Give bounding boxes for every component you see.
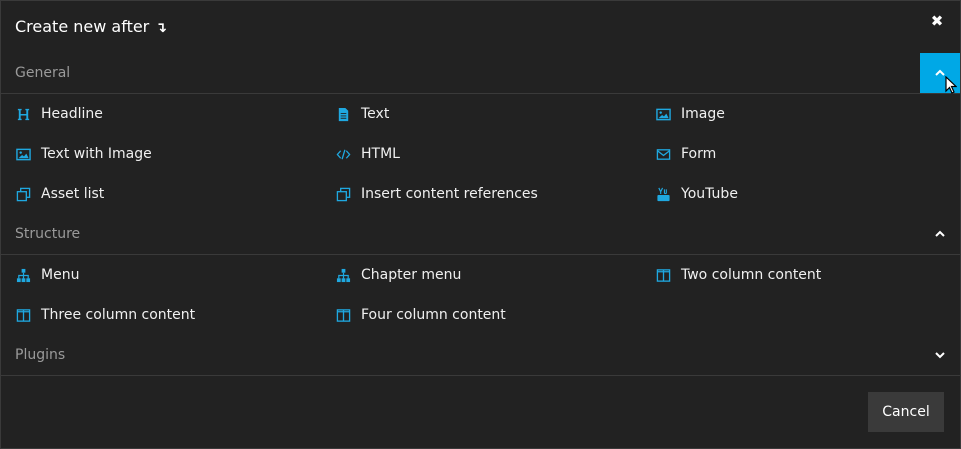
item-label: Text with Image [41, 146, 152, 162]
section-label-plugins: Plugins [15, 347, 66, 363]
item-four-column-content[interactable]: Four column content [335, 303, 506, 327]
item-two-column-content[interactable]: Two column content [655, 263, 821, 287]
sitemap-icon [15, 267, 31, 283]
item-chapter-menu[interactable]: Chapter menu [335, 263, 461, 287]
item-html[interactable]: HTML [335, 142, 400, 166]
sitemap-icon [335, 267, 351, 283]
section-header-general[interactable]: General [0, 53, 961, 94]
item-label: Form [681, 146, 717, 162]
columns-icon [335, 307, 351, 323]
collapse-structure-button[interactable] [920, 214, 960, 254]
item-label: Insert content references [361, 186, 538, 202]
chevron-up-icon [935, 230, 945, 237]
item-label: Text [361, 106, 390, 122]
dialog-title: Create new after ↴ [15, 17, 167, 36]
columns-icon [15, 307, 31, 323]
item-label: Two column content [681, 267, 822, 283]
envelope-icon [655, 146, 671, 162]
item-label: Three column content [41, 307, 196, 323]
image-icon [15, 146, 31, 162]
copy-icon [335, 186, 351, 202]
item-label: Asset list [41, 186, 105, 202]
cancel-button[interactable]: Cancel [868, 392, 944, 432]
item-insert-content-references[interactable]: Insert content references [335, 182, 538, 206]
copy-icon [15, 186, 31, 202]
mouse-cursor-icon [945, 76, 957, 94]
heading-icon [15, 106, 31, 122]
item-text-with-image[interactable]: Text with Image [15, 142, 152, 166]
item-image[interactable]: Image [655, 102, 725, 126]
image-icon [655, 106, 671, 122]
item-three-column-content[interactable]: Three column content [15, 303, 195, 327]
item-label: Chapter menu [361, 267, 462, 283]
section-header-plugins[interactable]: Plugins [0, 335, 961, 376]
item-label: YouTube [681, 186, 738, 202]
item-label: Menu [41, 267, 80, 283]
dialog-title-text: Create new after [15, 17, 150, 36]
item-text[interactable]: Text [335, 102, 389, 126]
item-menu[interactable]: Menu [15, 263, 79, 287]
section-label-structure: Structure [15, 226, 81, 242]
youtube-icon [655, 186, 671, 202]
section-label-general: General [15, 65, 71, 81]
item-label: Four column content [361, 307, 506, 323]
item-form[interactable]: Form [655, 142, 716, 166]
insert-after-arrow-icon: ↴ [155, 20, 167, 36]
document-icon [335, 106, 351, 122]
item-label: HTML [361, 146, 400, 162]
item-youtube[interactable]: YouTube [655, 182, 738, 206]
item-label: Image [681, 106, 725, 122]
close-button[interactable]: ✖ [929, 12, 945, 30]
item-label: Headline [41, 106, 103, 122]
code-icon [335, 146, 351, 162]
chevron-down-icon [935, 352, 945, 359]
item-headline[interactable]: Headline [15, 102, 103, 126]
columns-icon [655, 267, 671, 283]
expand-plugins-button[interactable] [920, 335, 960, 375]
section-header-structure[interactable]: Structure [0, 214, 961, 255]
item-asset-list[interactable]: Asset list [15, 182, 104, 206]
